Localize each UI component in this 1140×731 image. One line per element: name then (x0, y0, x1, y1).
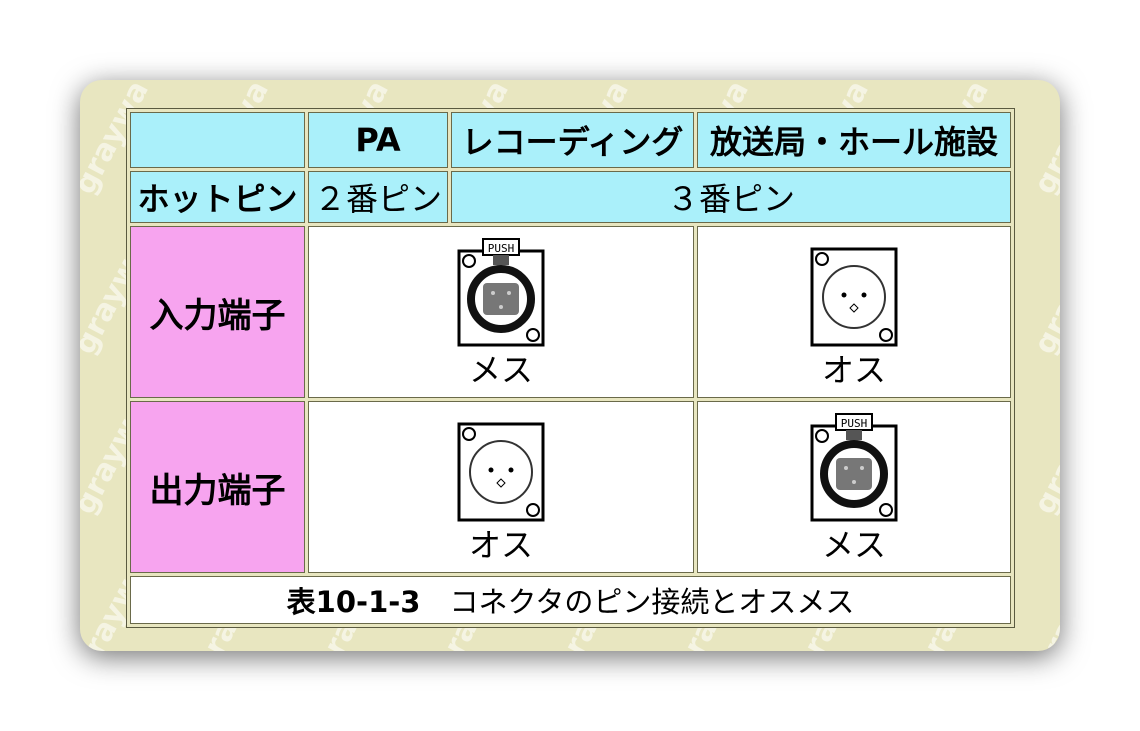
caption-number: 表10-1-3 (286, 585, 421, 619)
input-broadcast-cell: オス (697, 226, 1011, 398)
caption-text: コネクタのピン接続とオスメス (449, 585, 855, 619)
female-xlr-connector-icon: PUSH (810, 413, 898, 522)
output-broadcast-gender: メス (821, 526, 886, 564)
hot-pin-pa-value: ２番ピン (308, 171, 448, 223)
female-xlr-connector-icon: PUSH (457, 238, 545, 347)
male-xlr-connector-icon (810, 247, 898, 347)
input-recording-gender: メス (468, 351, 533, 389)
output-recording-gender: オス (468, 526, 533, 564)
watermark-text: graywa (1027, 80, 1060, 201)
output-broadcast-cell: PUSH メス (697, 401, 1011, 573)
output-recording-cell: オス (308, 401, 694, 573)
header-pa: PA (308, 112, 448, 168)
row-label-input: 入力端子 (130, 226, 305, 398)
row-label-output: 出力端子 (130, 401, 305, 573)
input-broadcast-gender: オス (821, 351, 886, 389)
header-recording: レコーディング (451, 112, 694, 168)
svg-text:PUSH: PUSH (841, 417, 868, 430)
header-broadcast-hall: 放送局・ホール施設 (697, 112, 1011, 168)
hot-pin-label: ホットピン (130, 171, 305, 223)
watermark-text: graywa (1027, 394, 1060, 521)
table-caption: 表10-1-3 コネクタのピン接続とオスメス (130, 576, 1011, 624)
male-xlr-connector-icon (457, 422, 545, 522)
figure-card: graywa graywa graywa graywa graywa graywa gray… (80, 80, 1060, 651)
header-empty-cell (130, 112, 305, 168)
input-recording-cell: PUSH メス (308, 226, 694, 398)
hot-pin-other-value: ３番ピン (451, 171, 1011, 223)
connector-pin-table: PA レコーディング 放送局・ホール施設 ホットピン ２番ピン ３番ピン 入力端… (126, 108, 1015, 628)
svg-text:PUSH: PUSH (488, 242, 515, 255)
watermark-text: graywa (1027, 554, 1060, 651)
watermark-text: graywa (1027, 234, 1060, 361)
